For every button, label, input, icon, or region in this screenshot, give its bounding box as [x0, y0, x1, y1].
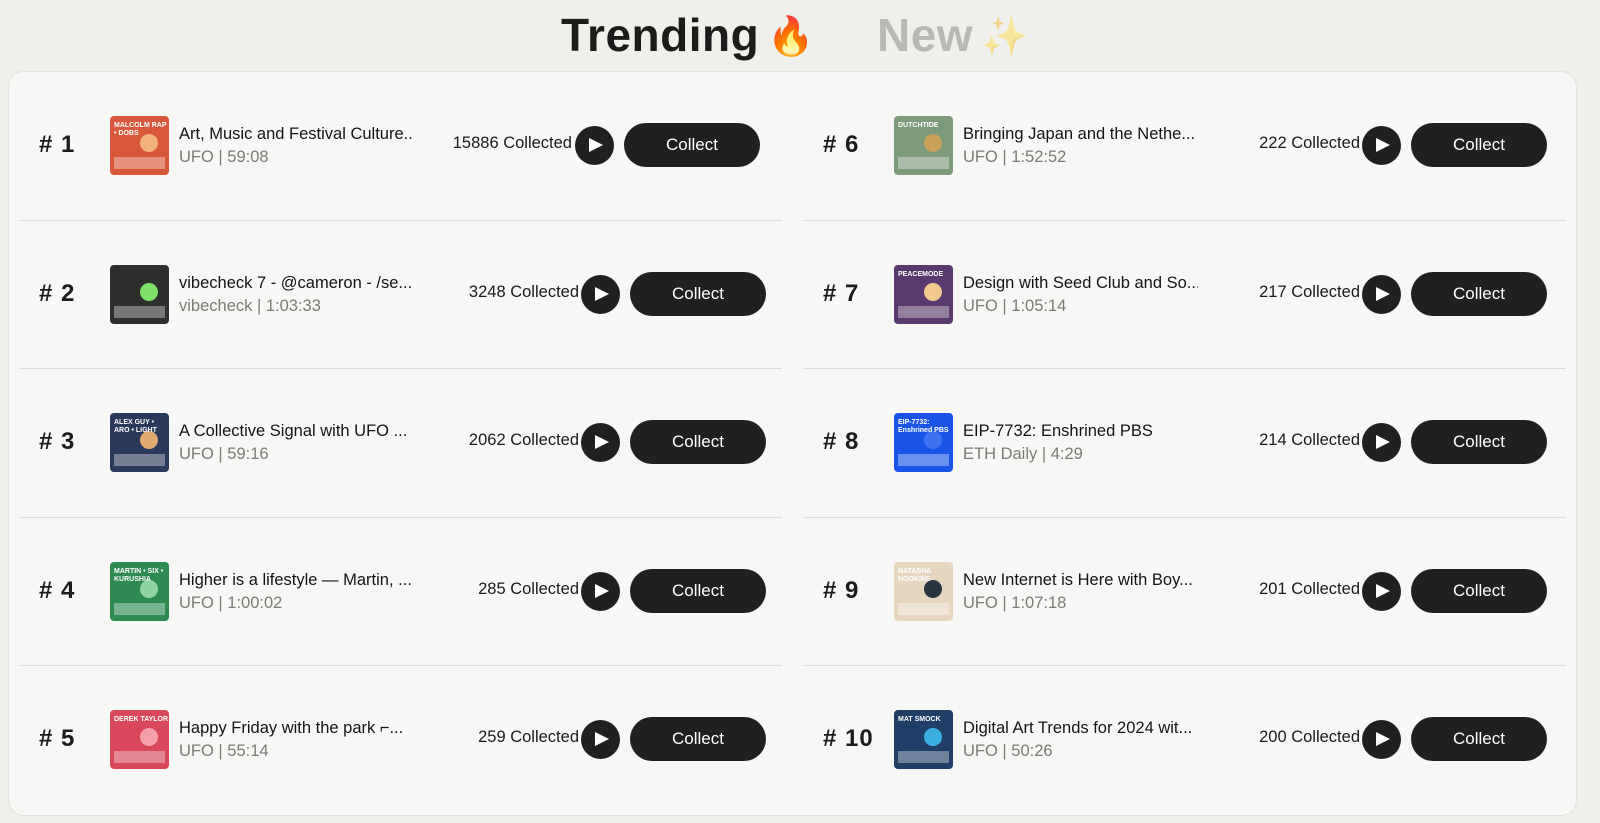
play-button[interactable]	[1362, 720, 1401, 759]
trending-column-right: # 6 DUTCHTIDE Bringing Japan and the Net…	[803, 72, 1566, 815]
list-item: # 10 MAT SMOCK Digital Art Trends for 20…	[803, 666, 1566, 815]
thumbnail-caption: PEACEMODE	[898, 270, 944, 278]
episode-thumbnail[interactable]: MARTIN • SIX • KURUSHIA	[110, 561, 169, 621]
rank-label: # 7	[823, 279, 860, 307]
play-button[interactable]	[581, 423, 620, 462]
episode-title[interactable]: Bringing Japan and the Nethe...	[963, 125, 1198, 144]
collected-count: 201 Collected	[1259, 579, 1360, 598]
list-item: # 8 EIP-7732: Enshrined PBS EIP-7732: En…	[803, 369, 1566, 518]
list-item: # 7 PEACEMODE Design with Seed Club and …	[803, 221, 1566, 369]
episode-thumbnail[interactable]: DUTCHTIDE	[894, 116, 953, 175]
rank-label: # 5	[39, 725, 76, 752]
thumbnail-caption: MALCOLM RAP • DOBS	[114, 122, 167, 137]
tab-trending-label: Trending	[561, 9, 760, 61]
list-item: # 1 MALCOLM RAP • DOBS Art, Music and Fe…	[19, 72, 782, 221]
rank-label: # 3	[39, 428, 76, 455]
collect-button[interactable]: Collect	[630, 568, 766, 613]
collected-count: 222 Collected	[1259, 134, 1360, 152]
list-item: # 4 MARTIN • SIX • KURUSHIA Higher is a …	[19, 518, 782, 666]
episode-meta: UFO | 50:26	[963, 742, 1053, 760]
episode-meta: UFO | 59:08	[179, 148, 269, 166]
collected-count: 2062 Collected	[468, 431, 579, 449]
rank-label: # 10	[823, 725, 874, 752]
rank-label: # 8	[823, 428, 860, 455]
episode-title[interactable]: Digital Art Trends for 2024 wit...	[963, 719, 1198, 738]
episode-meta: UFO | 55:14	[179, 742, 269, 760]
collect-button[interactable]: Collect	[630, 271, 766, 316]
episode-thumbnail[interactable]: ALEX GUY • ARO • LIGHT	[110, 413, 169, 472]
tab-new-label: New	[877, 9, 974, 61]
thumbnail-caption: EIP-7732: Enshrined PBS	[898, 419, 949, 434]
thumbnail-caption: DEREK TAYLOR	[114, 716, 169, 723]
episode-thumbnail[interactable]: MAT SMOCK	[894, 710, 953, 769]
collected-count: 259 Collected	[478, 728, 579, 746]
collect-button[interactable]: Collect	[630, 717, 766, 761]
list-item: # 6 DUTCHTIDE Bringing Japan and the Net…	[803, 72, 1566, 221]
list-item: # 2 vibecheck 7 - @cameron - /se... vibe…	[19, 221, 782, 369]
rank-label: # 9	[823, 576, 860, 604]
episode-meta: UFO | 1:52:52	[963, 148, 1067, 166]
episode-title[interactable]: Art, Music and Festival Culture...	[179, 125, 414, 144]
play-button[interactable]	[581, 571, 620, 611]
fire-icon: 🔥	[767, 16, 816, 58]
collected-count: 214 Collected	[1259, 431, 1360, 449]
thumbnail-caption: ALEX GUY • ARO • LIGHT	[114, 419, 157, 434]
play-button[interactable]	[1362, 274, 1401, 314]
rank-label: # 2	[39, 279, 76, 307]
sparkles-icon: ✨	[981, 16, 1029, 58]
collect-button[interactable]: Collect	[624, 123, 760, 167]
play-button[interactable]	[575, 126, 614, 165]
episode-meta: ETH Daily | 4:29	[963, 445, 1083, 463]
list-item: # 5 DEREK TAYLOR Happy Friday with the p…	[19, 666, 782, 815]
episode-title[interactable]: New Internet is Here with Boy...	[963, 571, 1198, 590]
episode-thumbnail[interactable]: PEACEMODE	[894, 264, 953, 324]
collected-count: 3248 Collected	[468, 282, 579, 301]
collect-button[interactable]: Collect	[1411, 271, 1547, 316]
episode-meta: vibecheck | 1:03:33	[179, 296, 321, 315]
episode-thumbnail[interactable]: DEREK TAYLOR	[110, 710, 169, 769]
collected-count: 285 Collected	[478, 579, 579, 598]
play-button[interactable]	[581, 720, 620, 759]
thumbnail-caption: NATASHA HOOKINS	[898, 567, 931, 583]
tab-trending[interactable]: Trending 🔥	[561, 10, 815, 62]
episode-meta: UFO | 1:07:18	[963, 593, 1067, 612]
thumbnail-caption: DUTCHTIDE	[898, 122, 939, 129]
episode-thumbnail[interactable]: MALCOLM RAP • DOBS	[110, 116, 169, 175]
episode-title[interactable]: Higher is a lifestyle — Martin, ...	[179, 571, 414, 590]
rank-label: # 4	[39, 576, 76, 604]
play-button[interactable]	[581, 274, 620, 314]
collect-button[interactable]: Collect	[1411, 420, 1547, 464]
episode-meta: UFO | 1:05:14	[963, 296, 1067, 315]
play-button[interactable]	[1362, 126, 1401, 165]
list-item: # 3 ALEX GUY • ARO • LIGHT A Collective …	[19, 369, 782, 518]
episode-title[interactable]: A Collective Signal with UFO ...	[179, 422, 414, 441]
episode-meta: UFO | 1:00:02	[179, 593, 283, 612]
episode-thumbnail[interactable]: NATASHA HOOKINS	[894, 561, 953, 621]
play-button[interactable]	[1362, 423, 1401, 462]
collected-count: 217 Collected	[1259, 282, 1360, 301]
collected-count: 200 Collected	[1259, 728, 1360, 746]
episode-thumbnail[interactable]: EIP-7732: Enshrined PBS	[894, 413, 953, 472]
rank-label: # 1	[39, 131, 76, 158]
feed-tabs: Trending 🔥 New ✨	[0, 10, 1600, 70]
collect-button[interactable]: Collect	[1411, 123, 1547, 167]
collect-button[interactable]: Collect	[1411, 717, 1547, 761]
episode-meta: UFO | 59:16	[179, 445, 269, 463]
collect-button[interactable]: Collect	[630, 420, 766, 464]
trending-list-panel: # 1 MALCOLM RAP • DOBS Art, Music and Fe…	[8, 71, 1577, 816]
play-button[interactable]	[1362, 571, 1401, 611]
episode-thumbnail[interactable]	[110, 264, 169, 324]
episode-title[interactable]: vibecheck 7 - @cameron - /se...	[179, 274, 414, 293]
tab-new[interactable]: New ✨	[877, 10, 1029, 62]
thumbnail-caption: MAT SMOCK	[898, 716, 941, 723]
trending-column-left: # 1 MALCOLM RAP • DOBS Art, Music and Fe…	[19, 72, 782, 815]
episode-title[interactable]: Happy Friday with the park ⌐...	[179, 719, 414, 738]
collect-button[interactable]: Collect	[1411, 568, 1547, 613]
episode-title[interactable]: Design with Seed Club and So...	[963, 274, 1198, 293]
collected-count: 15886 Collected	[452, 134, 572, 152]
thumbnail-caption: MARTIN • SIX • KURUSHIA	[114, 567, 164, 583]
rank-label: # 6	[823, 131, 860, 158]
list-item: # 9 NATASHA HOOKINS New Internet is Here…	[803, 518, 1566, 666]
episode-title[interactable]: EIP-7732: Enshrined PBS	[963, 422, 1198, 441]
